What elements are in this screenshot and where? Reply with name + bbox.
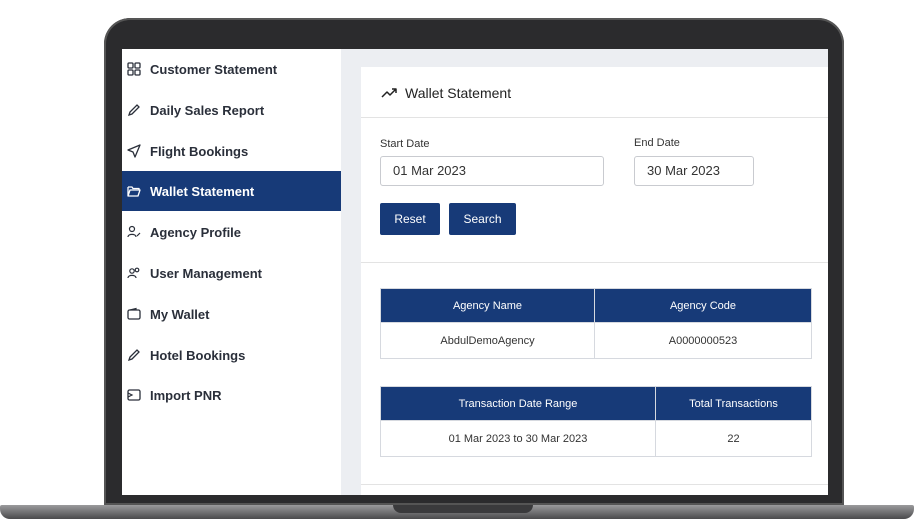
trending-up-icon bbox=[381, 87, 397, 99]
table-row: 01 Mar 2023 to 30 Mar 2023 22 bbox=[380, 420, 812, 457]
end-date-label: End Date bbox=[634, 137, 680, 149]
start-date-input[interactable]: 01 Mar 2023 bbox=[380, 156, 604, 186]
screen: Customer Statement Daily Sales Report Fl… bbox=[122, 49, 828, 495]
grid-icon bbox=[126, 61, 142, 77]
table-cell: 01 Mar 2023 to 30 Mar 2023 bbox=[380, 420, 656, 457]
pencil-icon bbox=[126, 102, 142, 118]
column-header: Agency Code bbox=[594, 288, 812, 323]
sidebar-item-label: Daily Sales Report bbox=[150, 102, 265, 118]
send-icon bbox=[126, 143, 142, 159]
page-title: Wallet Statement bbox=[381, 85, 511, 101]
sidebar-item-label: Agency Profile bbox=[150, 224, 242, 240]
sidebar-item-label: Hotel Bookings bbox=[150, 347, 246, 363]
divider bbox=[361, 262, 828, 263]
sidebar-item-wallet-statement[interactable]: Wallet Statement bbox=[122, 171, 341, 211]
agency-table: Agency Name Agency Code AbdulDemoAgency … bbox=[380, 288, 812, 359]
divider bbox=[361, 117, 828, 118]
sidebar-item-user-management[interactable]: User Management bbox=[122, 253, 341, 293]
main-panel: Wallet Statement Start Date 01 Mar 2023 … bbox=[341, 49, 828, 495]
import-icon bbox=[126, 387, 142, 403]
page-title-text: Wallet Statement bbox=[405, 85, 512, 101]
divider bbox=[361, 484, 828, 485]
search-button[interactable]: Search bbox=[449, 203, 516, 235]
sidebar-item-my-wallet[interactable]: My Wallet bbox=[122, 294, 341, 334]
table-header-row: Transaction Date Range Total Transaction… bbox=[380, 386, 812, 421]
sidebar-item-import-pnr[interactable]: Import PNR bbox=[122, 375, 341, 415]
sidebar: Customer Statement Daily Sales Report Fl… bbox=[122, 49, 341, 495]
table-cell: 22 bbox=[655, 420, 812, 457]
column-header: Transaction Date Range bbox=[380, 386, 656, 421]
sidebar-item-label: Wallet Statement bbox=[150, 183, 255, 199]
users-icon bbox=[126, 265, 142, 281]
sidebar-item-label: Import PNR bbox=[150, 387, 222, 403]
start-date-label: Start Date bbox=[380, 138, 430, 150]
sidebar-item-flight-bookings[interactable]: Flight Bookings bbox=[122, 131, 341, 171]
laptop-notch bbox=[393, 505, 533, 513]
reset-button[interactable]: Reset bbox=[380, 203, 440, 235]
sidebar-item-daily-sales-report[interactable]: Daily Sales Report bbox=[122, 90, 341, 130]
end-date-input[interactable]: 30 Mar 2023 bbox=[634, 156, 754, 186]
table-cell: A0000000523 bbox=[594, 322, 812, 359]
sidebar-item-customer-statement[interactable]: Customer Statement bbox=[122, 49, 341, 89]
sidebar-item-hotel-bookings[interactable]: Hotel Bookings bbox=[122, 335, 341, 375]
transaction-table: Transaction Date Range Total Transaction… bbox=[380, 386, 812, 457]
sidebar-item-agency-profile[interactable]: Agency Profile bbox=[122, 212, 341, 252]
pencil-icon bbox=[126, 347, 142, 363]
table-cell: AbdulDemoAgency bbox=[380, 322, 595, 359]
wallet-icon bbox=[126, 306, 142, 322]
column-header: Total Transactions bbox=[655, 386, 812, 421]
sidebar-item-label: Flight Bookings bbox=[150, 143, 249, 159]
table-row: AbdulDemoAgency A0000000523 bbox=[380, 322, 812, 359]
column-header: Agency Name bbox=[380, 288, 595, 323]
sidebar-item-label: My Wallet bbox=[150, 306, 210, 322]
folder-open-icon bbox=[126, 183, 142, 199]
wallet-statement-card: Wallet Statement Start Date 01 Mar 2023 … bbox=[361, 67, 828, 495]
sidebar-item-label: Customer Statement bbox=[150, 61, 278, 77]
user-edit-icon bbox=[126, 224, 142, 240]
sidebar-item-label: User Management bbox=[150, 265, 262, 281]
table-header-row: Agency Name Agency Code bbox=[380, 288, 812, 323]
